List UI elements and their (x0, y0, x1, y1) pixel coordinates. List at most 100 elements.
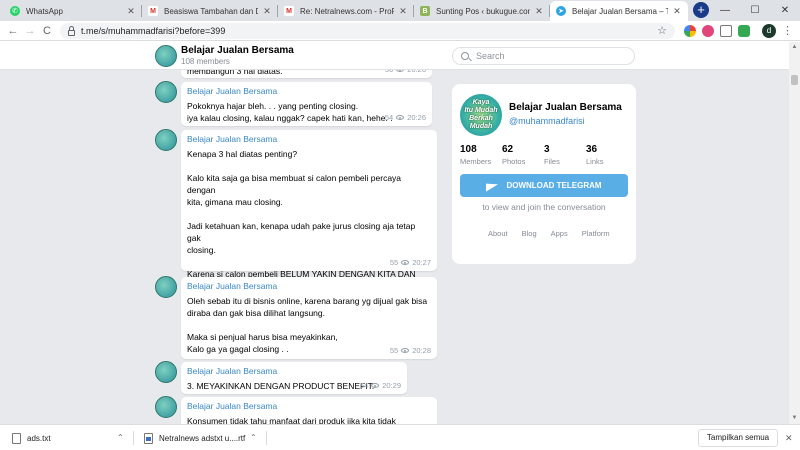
url-text[interactable]: t.me/s/muhammadfarisi?before=399 (81, 26, 225, 36)
channel-avatar[interactable] (155, 45, 177, 67)
message-author[interactable]: Belajar Jualan Bersama (187, 281, 431, 291)
message-time[interactable]: 20:29 (382, 381, 401, 390)
extension-icon[interactable] (684, 25, 696, 37)
stat-photos[interactable]: 62 Photos (502, 144, 525, 166)
tab-title: Sunting Pos ‹ bukugue.com — (436, 6, 530, 16)
tab-whatsapp[interactable]: ✆ WhatsApp ✕ (4, 1, 142, 21)
footer-link-about[interactable]: About (488, 229, 508, 238)
close-tab-icon[interactable]: ✕ (262, 6, 272, 17)
browser-menu-icon[interactable]: ⋮ (782, 24, 793, 38)
view-count: 55 (389, 258, 399, 267)
lock-icon[interactable] (68, 25, 75, 36)
message-meta: 54 20:29 (360, 381, 401, 390)
stat-number: 36 (586, 144, 598, 155)
message-bubble: Belajar Jualan Bersama Oleh sebab itu di… (181, 277, 437, 359)
minimize-button[interactable]: — (710, 0, 740, 21)
channel-header: Belajar Jualan Bersama 108 members Searc… (0, 42, 789, 70)
channel-avatar[interactable] (155, 276, 177, 298)
channel-avatar[interactable] (155, 81, 177, 103)
back-button[interactable]: ← (5, 23, 21, 39)
message-time[interactable]: 20:28 (412, 346, 431, 355)
close-window-button[interactable]: ✕ (770, 0, 800, 21)
tab-title: Beasiswa Tambahan dan Deadli (164, 6, 258, 16)
close-tab-icon[interactable]: ✕ (398, 6, 408, 17)
grammar-extension-icon[interactable] (738, 25, 750, 37)
channel-avatar[interactable] (155, 361, 177, 383)
gmail-icon: M (284, 6, 294, 16)
tab-title: Belajar Jualan Bersama – Telegr (572, 6, 668, 16)
channel-avatar[interactable] (155, 396, 177, 418)
message-time[interactable]: 20:27 (412, 258, 431, 267)
gmail-icon: M (148, 6, 158, 16)
footer-links: About Blog Apps Platform (488, 229, 610, 238)
eye-icon (371, 383, 380, 388)
bookmark-star-icon[interactable]: ☆ (657, 23, 667, 39)
view-count: 55 (389, 346, 399, 355)
footer-link-apps[interactable]: Apps (551, 229, 568, 238)
download-telegram-button[interactable]: DOWNLOAD TELEGRAM (460, 174, 628, 197)
logo-text: Itu Mudah (464, 107, 498, 114)
telegram-page: membangun 3 hal diatas. 56 20:26 Belajar… (0, 42, 789, 424)
stat-number: 108 (460, 144, 477, 155)
message-bubble: Belajar Jualan Bersama Konsumen tidak ta… (181, 397, 437, 424)
search-input[interactable]: Search (452, 47, 635, 65)
eye-icon (396, 115, 405, 120)
message-author[interactable]: Belajar Jualan Bersama (187, 401, 431, 411)
tab-gmail-beasiswa[interactable]: M Beasiswa Tambahan dan Deadli ✕ (142, 1, 278, 21)
message-author[interactable]: Belajar Jualan Bersama (187, 86, 426, 96)
profile-avatar[interactable]: d (762, 24, 776, 38)
channel-avatar[interactable] (155, 129, 177, 151)
channel-handle[interactable]: @muhammadfarisi (509, 116, 585, 126)
message-time[interactable]: 20:26 (407, 113, 426, 122)
divider (266, 431, 267, 445)
close-tab-icon[interactable]: ✕ (126, 6, 136, 17)
new-tab-button[interactable]: + (693, 2, 709, 18)
forward-button[interactable]: → (22, 23, 38, 39)
tab-telegram[interactable]: ➤ Belajar Jualan Bersama – Telegr ✕ (550, 1, 688, 21)
logo-text: Berkah (469, 115, 493, 122)
chevron-up-icon[interactable]: ⌃ (250, 430, 257, 446)
stat-label: Photos (502, 157, 526, 166)
maximize-button[interactable]: ☐ (740, 0, 770, 21)
download-filename: ads.txt (27, 433, 51, 443)
stat-label: Members (460, 157, 492, 166)
search-icon (461, 52, 469, 60)
scroll-down-icon[interactable]: ▼ (789, 413, 800, 424)
tab-bukugue[interactable]: B Sunting Pos ‹ bukugue.com — ✕ (414, 1, 550, 21)
document-file-icon (144, 432, 153, 444)
tab-gmail-netralnews[interactable]: M Re: Netralnews.com - ProPS Pr ✕ (278, 1, 414, 21)
stat-links[interactable]: 36 Links (586, 144, 604, 166)
chevron-up-icon[interactable]: ⌃ (117, 430, 124, 446)
message-author[interactable]: Belajar Jualan Bersama (187, 366, 401, 376)
stat-files[interactable]: 3 Files (544, 144, 560, 166)
close-shelf-icon[interactable]: ✕ (785, 430, 793, 446)
message-text: Konsumen tidak tahu manfaat dari produk … (187, 416, 396, 424)
stat-number: 3 (544, 144, 550, 155)
download-filename: Netralnews adstxt u....rtf (159, 433, 246, 443)
scroll-up-icon[interactable]: ▲ (789, 42, 800, 53)
close-tab-icon[interactable]: ✕ (672, 6, 682, 17)
show-all-downloads-button[interactable]: Tampilkan semua (698, 429, 778, 447)
extension-icon[interactable] (702, 25, 714, 37)
message-text: Kenapa 3 hal diatas penting? Kalo kita s… (187, 149, 416, 291)
message-bubble: Belajar Jualan Bersama Kenapa 3 hal diat… (181, 130, 437, 291)
page-scrollbar[interactable]: ▲ ▼ (789, 42, 800, 424)
scroll-thumb[interactable] (791, 75, 798, 85)
message-meta: 55 20:28 (390, 346, 431, 355)
eyedropper-extension-icon[interactable] (720, 25, 732, 37)
message-meta: 54 20:26 (385, 113, 426, 122)
eye-icon (401, 260, 410, 265)
channel-title[interactable]: Belajar Jualan Bersama (181, 45, 294, 56)
download-item[interactable]: ads.txt (12, 430, 51, 446)
reload-button[interactable]: C (39, 23, 55, 39)
download-item[interactable]: Netralnews adstxt u....rtf (144, 430, 245, 446)
address-bar[interactable]: t.me/s/muhammadfarisi?before=399 ☆ (60, 23, 675, 39)
footer-link-platform[interactable]: Platform (582, 229, 610, 238)
footer-link-blog[interactable]: Blog (522, 229, 537, 238)
message-bubble: Belajar Jualan Bersama 3. MEYAKINKAN DEN… (181, 362, 407, 394)
whatsapp-icon: ✆ (10, 6, 20, 16)
close-tab-icon[interactable]: ✕ (534, 6, 544, 17)
eye-icon (401, 348, 410, 353)
message-author[interactable]: Belajar Jualan Bersama (187, 134, 431, 144)
browser-toolbar: ← → C t.me/s/muhammadfarisi?before=399 ☆… (0, 21, 800, 41)
